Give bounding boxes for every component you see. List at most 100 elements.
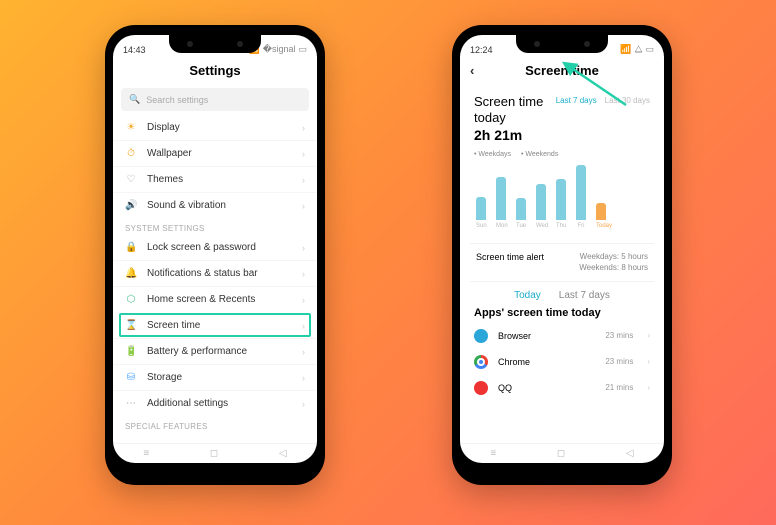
nav-recents-icon[interactable]: ≡	[490, 448, 496, 459]
row-label: Notifications & status bar	[147, 268, 258, 279]
tabs: Today Last 7 days	[460, 282, 664, 305]
phone-frame-left: 14:43 📶 �signal ▭ Settings 🔍 Search sett…	[105, 25, 325, 485]
search-input[interactable]: 🔍 Search settings	[121, 88, 309, 111]
battery-icon: ▭	[645, 44, 654, 55]
legend-weekends: Weekends	[521, 151, 558, 158]
summary-value: 2h 21m	[474, 127, 543, 143]
app-icon	[474, 329, 488, 343]
row-icon: ⬡	[125, 294, 137, 305]
app-name: Browser	[498, 331, 531, 341]
android-nav: ≡ ◻ ◁	[113, 443, 317, 463]
chart-bar[interactable]	[536, 184, 546, 220]
row-label: Wallpaper	[147, 148, 192, 159]
nav-back-icon[interactable]: ◁	[279, 448, 287, 459]
settings-row[interactable]: 🔋Battery & performance›	[113, 338, 317, 364]
settings-row[interactable]: 🔊Sound & vibration›	[113, 192, 317, 218]
settings-row[interactable]: ⌛Screen time›	[119, 313, 311, 337]
chevron-right-icon: ›	[302, 373, 305, 383]
section-label-system: SYSTEM SETTINGS	[113, 218, 317, 235]
row-label: Sound & vibration	[147, 200, 226, 211]
bar-chart	[474, 164, 650, 220]
range-last7[interactable]: Last 7 days	[556, 96, 597, 143]
chevron-right-icon: ›	[302, 347, 305, 357]
chevron-right-icon: ›	[302, 149, 305, 159]
chevron-right-icon: ›	[302, 175, 305, 185]
chart-day-label: Fri	[576, 223, 586, 229]
chart-legend: Weekdays Weekends	[474, 151, 650, 158]
row-icon: 🔋	[125, 346, 137, 357]
nav-back-icon[interactable]: ◁	[626, 448, 634, 459]
screen-time-alert-row[interactable]: Screen time alert Weekdays: 5 hours Week…	[470, 243, 654, 282]
alert-weekends: Weekends: 8 hours	[579, 263, 648, 272]
screen-time-content: Screen time today 2h 21m Last 7 days Las…	[460, 84, 664, 443]
chart-bar[interactable]	[556, 179, 566, 220]
section-label-special: SPECIAL FEATURES	[113, 416, 317, 433]
chevron-right-icon: ›	[302, 201, 305, 211]
chart-day-label: Tue	[516, 223, 526, 229]
chart-bar[interactable]	[596, 203, 606, 220]
chevron-right-icon: ›	[647, 357, 650, 366]
status-time: 12:24	[470, 45, 493, 55]
settings-row[interactable]: ☀Display›	[113, 115, 317, 140]
search-placeholder: Search settings	[146, 95, 208, 105]
tab-today[interactable]: Today	[514, 290, 541, 301]
page-title: Settings	[113, 57, 317, 84]
app-row[interactable]: QQ21 mins›	[460, 375, 664, 401]
settings-row[interactable]: 🔔Notifications & status bar›	[113, 260, 317, 286]
row-label: Display	[147, 122, 180, 133]
row-label: Screen time	[147, 320, 200, 331]
settings-row[interactable]: 🔒Lock screen & password›	[113, 235, 317, 260]
row-icon: 🔒	[125, 242, 137, 253]
settings-row[interactable]: ⋯Additional settings›	[113, 390, 317, 416]
settings-row[interactable]: ♡Themes›	[113, 166, 317, 192]
tab-last7[interactable]: Last 7 days	[559, 290, 610, 301]
nav-home-icon[interactable]: ◻	[557, 448, 565, 459]
page-title: ‹ Screen time	[460, 57, 664, 84]
range-last30[interactable]: Last 30 days	[605, 96, 650, 143]
app-icon	[474, 355, 488, 369]
row-icon: ⌛	[125, 320, 137, 331]
settings-list: 🔍 Search settings ☀Display›⏱Wallpaper›♡T…	[113, 84, 317, 443]
app-name: QQ	[498, 383, 512, 393]
alert-weekdays: Weekdays: 5 hours	[580, 252, 648, 261]
chart-bar[interactable]	[476, 197, 486, 221]
chevron-right-icon: ›	[647, 331, 650, 340]
legend-weekdays: Weekdays	[474, 151, 511, 158]
header-text: Screen time	[525, 63, 599, 78]
app-name: Chrome	[498, 357, 530, 367]
chevron-right-icon: ›	[302, 269, 305, 279]
chart-bar[interactable]	[516, 198, 526, 220]
chevron-right-icon: ›	[302, 295, 305, 305]
status-icons: 📶 ⧋ ▭	[620, 44, 654, 55]
back-button[interactable]: ‹	[470, 63, 474, 78]
settings-row[interactable]: ⏱Wallpaper›	[113, 140, 317, 166]
settings-row[interactable]: ⛁Storage›	[113, 364, 317, 390]
bar-chart-labels: SunMonTueWedThuFriToday	[474, 223, 650, 229]
app-row[interactable]: Browser 23 mins ›	[460, 323, 664, 349]
signal-icon: 📶	[620, 44, 631, 55]
screen-right: 12:24 📶 ⧋ ▭ ‹ Screen time Screen time to…	[460, 35, 664, 463]
chart-bar[interactable]	[496, 177, 506, 221]
settings-row[interactable]: ⬡ Home screen & Recents ›	[113, 286, 317, 312]
nav-home-icon[interactable]: ◻	[210, 448, 218, 459]
row-label: Storage	[147, 372, 182, 383]
chevron-right-icon: ›	[302, 123, 305, 133]
search-icon: 🔍	[129, 94, 140, 105]
chart-bar[interactable]	[576, 165, 586, 220]
app-row[interactable]: Chrome23 mins›	[460, 349, 664, 375]
nav-recents-icon[interactable]: ≡	[143, 448, 149, 459]
row-label: Themes	[147, 174, 183, 185]
chevron-right-icon: ›	[302, 399, 305, 409]
app-time: 21 mins	[605, 383, 633, 392]
apps-section-title: Apps' screen time today	[460, 305, 664, 323]
screen-time-summary: Screen time today 2h 21m Last 7 days Las…	[460, 84, 664, 233]
android-nav: ≡ ◻ ◁	[460, 443, 664, 463]
chart-day-label: Wed	[536, 223, 546, 229]
row-label: Home screen & Recents	[147, 294, 255, 305]
wifi-icon: �signal	[263, 44, 296, 55]
summary-title-line1: Screen time	[474, 94, 543, 110]
alert-label: Screen time alert	[476, 252, 544, 273]
app-time: 23 mins	[605, 331, 633, 340]
chart-day-label: Sun	[476, 223, 486, 229]
wifi-icon: ⧋	[634, 44, 642, 55]
